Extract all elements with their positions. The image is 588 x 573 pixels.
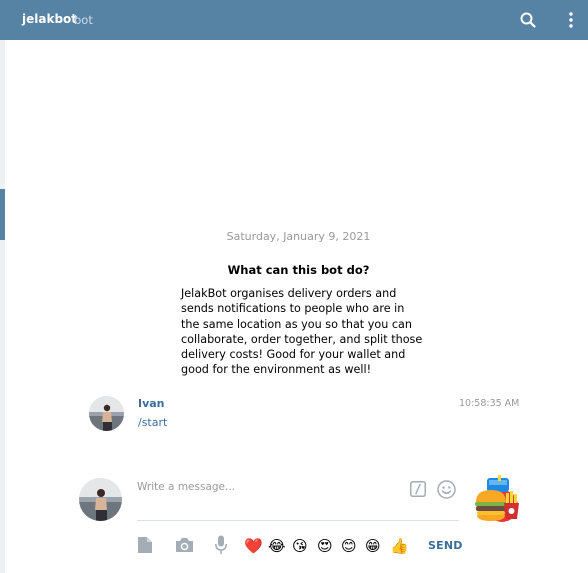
laughing-tears-emoji[interactable]: 😂 [268, 536, 286, 556]
burger-fries-sticker-icon[interactable] [473, 475, 519, 523]
camera-icon[interactable] [174, 535, 194, 555]
search-icon[interactable] [517, 10, 539, 30]
date-separator: Saturday, January 9, 2021 [226, 230, 371, 243]
telegram-chat-window: jelakbot bot Saturday, January 9, 2021 W… [0, 0, 588, 573]
chat-header: jelakbot bot [0, 0, 588, 40]
bot-about-title: What can this bot do? [227, 263, 370, 277]
heart-eyes-emoji[interactable]: 😍 [317, 536, 333, 556]
chat-subtitle: bot [74, 12, 93, 27]
kiss-emoji[interactable]: 😘 [292, 536, 308, 556]
own-avatar[interactable] [79, 478, 122, 521]
grin-emoji[interactable]: 😁 [365, 536, 381, 556]
vertical-dots-icon[interactable] [564, 10, 578, 30]
chat-title[interactable]: jelakbot [22, 12, 77, 26]
send-button[interactable]: SEND [428, 539, 463, 552]
message-input[interactable] [137, 479, 397, 495]
bot-command-link[interactable]: /start [138, 416, 167, 429]
slash-command-icon[interactable] [410, 481, 426, 497]
heart-emoji[interactable]: ❤️ [244, 536, 263, 556]
microphone-icon[interactable] [213, 535, 229, 555]
message-time: 10:58:35 AM [459, 398, 520, 409]
bot-about-text: JelakBot organises delivery orders and s… [181, 287, 423, 377]
smile-emoji[interactable]: 😊 [341, 536, 357, 556]
avatar[interactable] [89, 396, 124, 431]
smiley-icon[interactable] [437, 480, 456, 499]
thumbs-up-emoji[interactable]: 👍 [390, 536, 409, 556]
file-icon[interactable] [137, 535, 153, 555]
composer-toolbar: ❤️ 😂 😘 😍 😊 😁 👍 [0, 535, 588, 557]
message-author[interactable]: Ivan [138, 397, 165, 410]
sidebar-edge [0, 40, 5, 573]
